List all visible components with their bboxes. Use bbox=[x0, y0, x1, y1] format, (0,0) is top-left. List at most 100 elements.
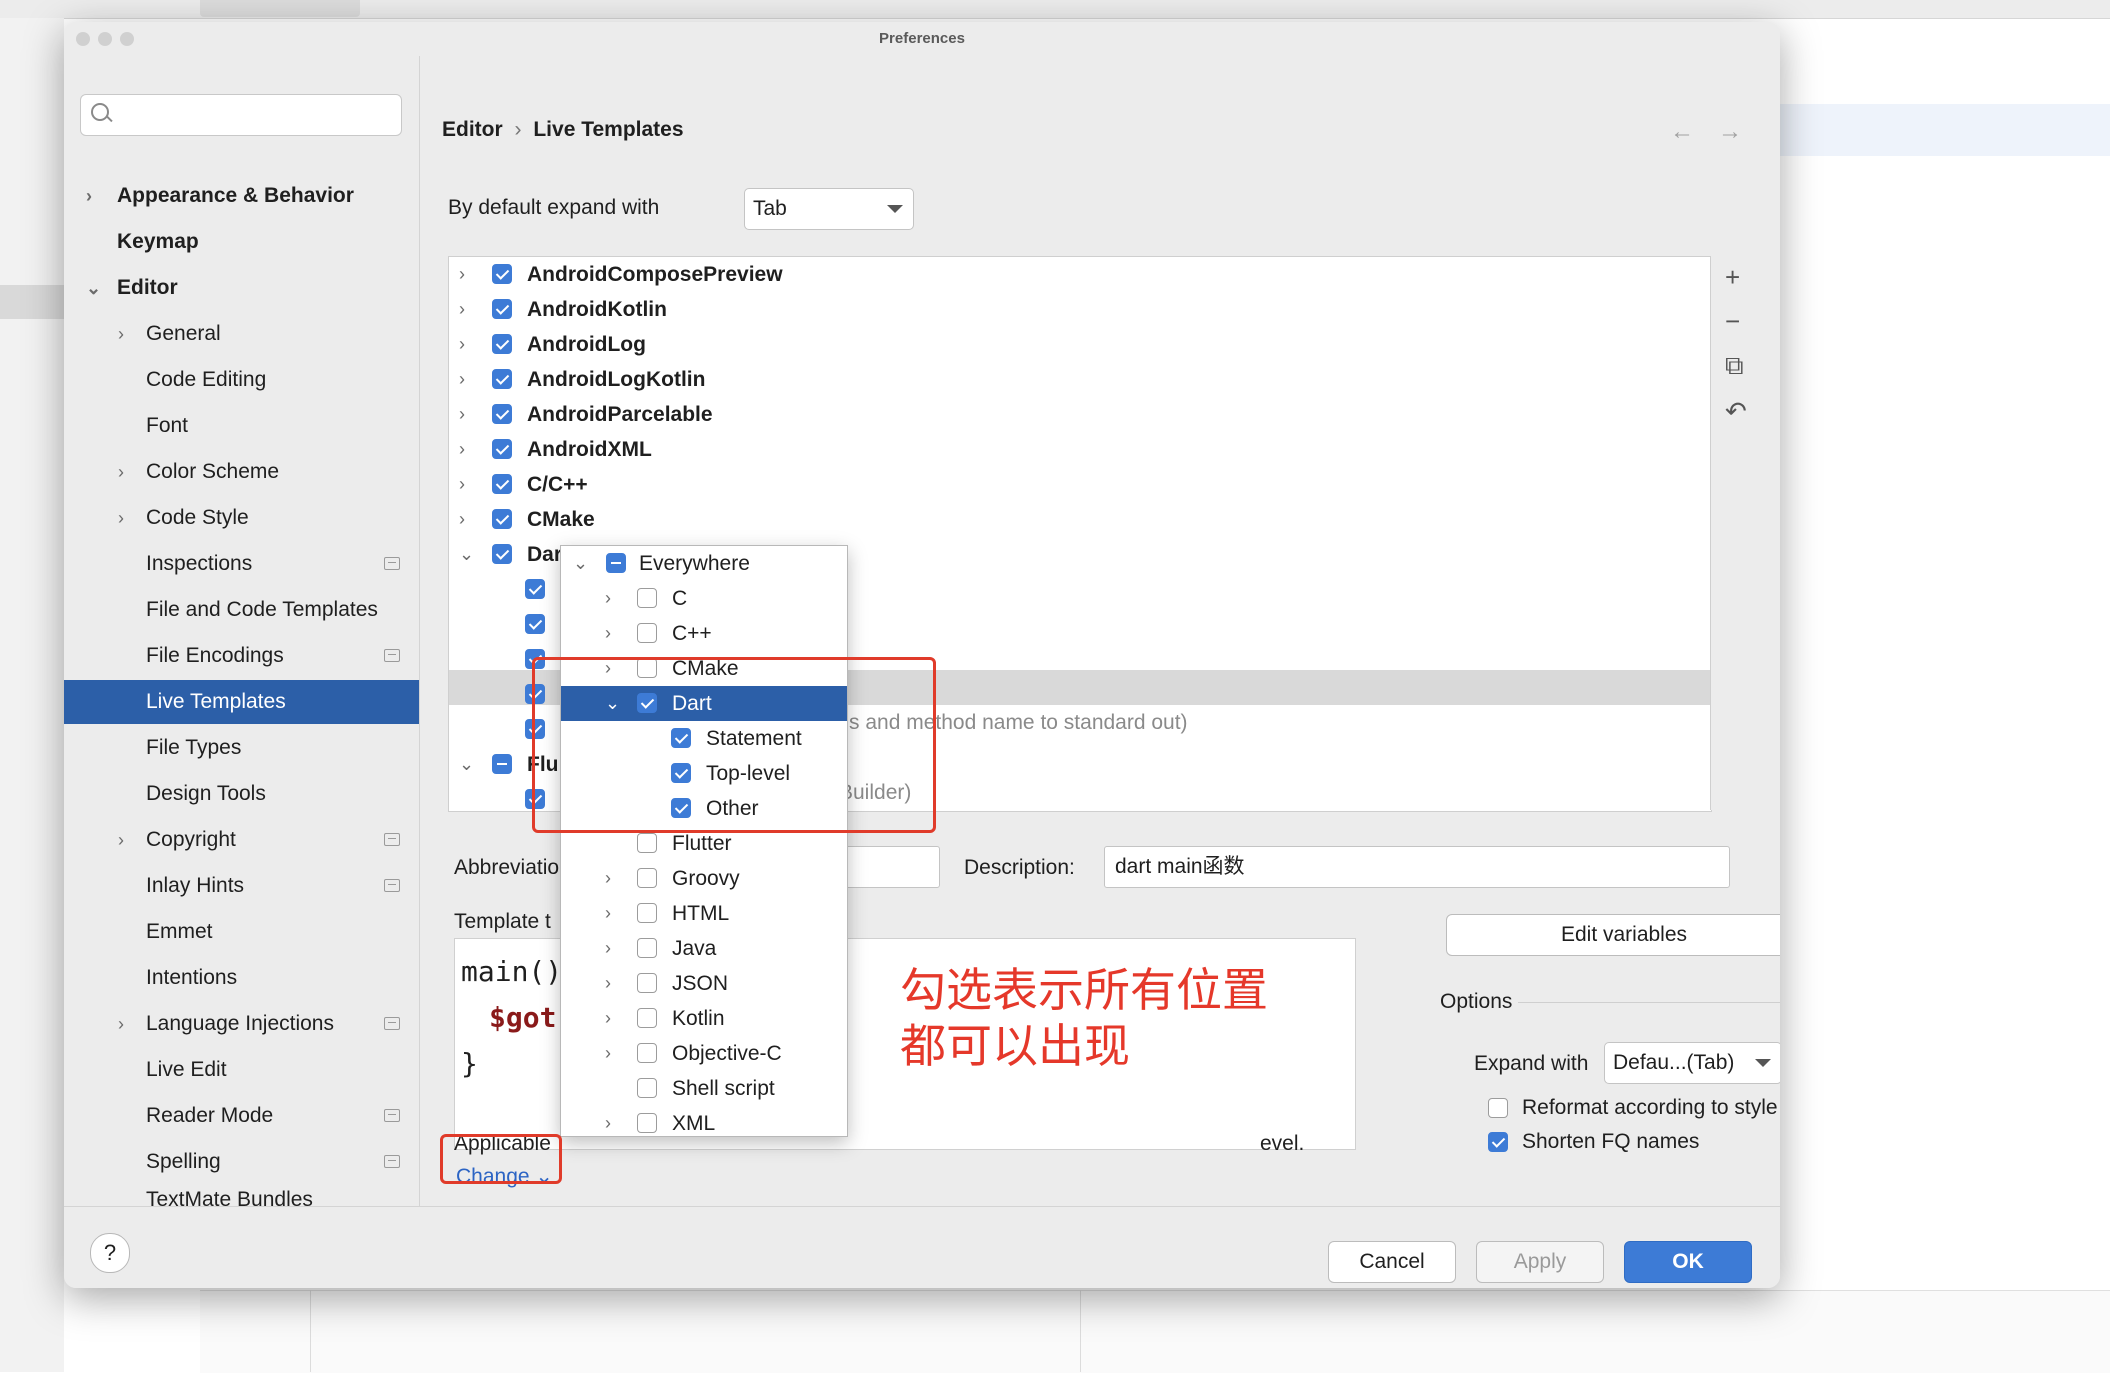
description-input[interactable]: dart main函数 bbox=[1104, 846, 1730, 888]
ok-button[interactable]: OK bbox=[1624, 1241, 1752, 1283]
context-row[interactable]: › XML bbox=[561, 1106, 847, 1136]
sidebar-item-live-templates[interactable]: Live Templates bbox=[64, 680, 419, 724]
template-checkbox[interactable] bbox=[525, 579, 545, 599]
chevron-right-icon[interactable]: › bbox=[459, 502, 465, 537]
chevron-right-icon[interactable]: › bbox=[118, 496, 124, 540]
context-row[interactable]: › Objective-C bbox=[561, 1036, 847, 1071]
sidebar-item-language-injections[interactable]: › Language Injections bbox=[64, 1002, 419, 1046]
minimize-window-button[interactable] bbox=[98, 32, 112, 46]
context-checkbox[interactable] bbox=[637, 938, 657, 958]
chevron-right-icon[interactable]: › bbox=[459, 292, 465, 327]
sidebar-item-reader-mode[interactable]: Reader Mode bbox=[64, 1094, 419, 1138]
settings-search-input[interactable] bbox=[80, 94, 402, 136]
add-icon[interactable]: + bbox=[1725, 262, 1740, 293]
tree-row[interactable]: › AndroidParcelable bbox=[449, 397, 1711, 432]
chevron-right-icon[interactable]: › bbox=[605, 581, 611, 616]
close-window-button[interactable] bbox=[76, 32, 90, 46]
context-row[interactable]: › C++ bbox=[561, 616, 847, 651]
apply-button[interactable]: Apply bbox=[1476, 1241, 1604, 1283]
tree-row[interactable]: › AndroidKotlin bbox=[449, 292, 1711, 327]
context-checkbox[interactable] bbox=[637, 833, 657, 853]
group-checkbox[interactable] bbox=[492, 439, 512, 459]
sidebar-item-file-types[interactable]: File Types bbox=[64, 726, 419, 770]
group-checkbox[interactable] bbox=[492, 754, 512, 774]
reformat-checkbox[interactable] bbox=[1488, 1098, 1508, 1118]
forward-arrow-icon[interactable]: → bbox=[1718, 118, 1766, 145]
sidebar-item-emmet[interactable]: Emmet bbox=[64, 910, 419, 954]
edit-variables-button[interactable]: Edit variables bbox=[1446, 914, 1780, 956]
chevron-right-icon[interactable]: › bbox=[459, 327, 465, 362]
chevron-right-icon[interactable]: › bbox=[605, 616, 611, 651]
group-checkbox[interactable] bbox=[492, 544, 512, 564]
cancel-button[interactable]: Cancel bbox=[1328, 1241, 1456, 1283]
chevron-right-icon[interactable]: › bbox=[459, 467, 465, 502]
chevron-right-icon[interactable]: › bbox=[605, 861, 611, 896]
sidebar-item-design-tools[interactable]: Design Tools bbox=[64, 772, 419, 816]
sidebar-item-inspections[interactable]: Inspections bbox=[64, 542, 419, 586]
chevron-right-icon[interactable]: › bbox=[605, 1106, 611, 1136]
context-checkbox[interactable] bbox=[606, 553, 626, 573]
abbreviation-input[interactable] bbox=[840, 846, 940, 888]
ide-editor-tab[interactable] bbox=[200, 0, 360, 17]
context-row[interactable]: › JSON bbox=[561, 966, 847, 1001]
context-checkbox[interactable] bbox=[637, 1008, 657, 1028]
tree-row[interactable]: › CMake bbox=[449, 502, 1711, 537]
context-row[interactable]: › Kotlin bbox=[561, 1001, 847, 1036]
chevron-right-icon[interactable]: › bbox=[118, 818, 124, 862]
sidebar-item-color-scheme[interactable]: › Color Scheme bbox=[64, 450, 419, 494]
sidebar-item-font[interactable]: Font bbox=[64, 404, 419, 448]
tree-row[interactable]: › AndroidXML bbox=[449, 432, 1711, 467]
context-checkbox[interactable] bbox=[637, 868, 657, 888]
context-row[interactable]: › Java bbox=[561, 931, 847, 966]
chevron-down-icon[interactable]: ⌄ bbox=[459, 747, 474, 782]
chevron-right-icon[interactable]: › bbox=[605, 896, 611, 931]
chevron-right-icon[interactable]: › bbox=[118, 312, 124, 356]
remove-icon[interactable]: − bbox=[1725, 306, 1740, 337]
chevron-down-icon[interactable]: ⌄ bbox=[459, 537, 474, 572]
context-row[interactable]: Shell script bbox=[561, 1071, 847, 1106]
chevron-right-icon[interactable]: › bbox=[459, 432, 465, 467]
chevron-right-icon[interactable]: › bbox=[605, 931, 611, 966]
tree-row[interactable]: › AndroidLogKotlin bbox=[449, 362, 1711, 397]
group-checkbox[interactable] bbox=[492, 509, 512, 529]
sidebar-item-textmate-bundles[interactable]: TextMate Bundles bbox=[64, 1170, 419, 1211]
group-checkbox[interactable] bbox=[492, 474, 512, 494]
sidebar-item-editor[interactable]: ⌄ Editor bbox=[64, 266, 419, 310]
sidebar-item-general[interactable]: › General bbox=[64, 312, 419, 356]
chevron-down-icon[interactable]: ⌄ bbox=[573, 546, 588, 581]
chevron-down-icon[interactable]: ⌄ bbox=[86, 266, 101, 310]
context-row[interactable]: › HTML bbox=[561, 896, 847, 931]
chevron-right-icon[interactable]: › bbox=[86, 174, 92, 218]
sidebar-item-keymap[interactable]: Keymap bbox=[64, 220, 419, 264]
chevron-right-icon[interactable]: › bbox=[605, 966, 611, 1001]
chevron-right-icon[interactable]: › bbox=[459, 257, 465, 292]
breadcrumb-parent[interactable]: Editor bbox=[442, 118, 503, 141]
chevron-right-icon[interactable]: › bbox=[459, 362, 465, 397]
group-checkbox[interactable] bbox=[492, 264, 512, 284]
context-checkbox[interactable] bbox=[637, 903, 657, 923]
context-row[interactable]: ⌄ Everywhere bbox=[561, 546, 847, 581]
zoom-window-button[interactable] bbox=[120, 32, 134, 46]
default-expand-select[interactable]: Tab bbox=[744, 188, 914, 230]
tree-row[interactable]: › AndroidComposePreview bbox=[449, 257, 1711, 292]
sidebar-item-code-style[interactable]: › Code Style bbox=[64, 496, 419, 540]
context-checkbox[interactable] bbox=[637, 588, 657, 608]
group-checkbox[interactable] bbox=[492, 369, 512, 389]
help-button[interactable]: ? bbox=[90, 1233, 130, 1273]
context-checkbox[interactable] bbox=[637, 1113, 657, 1133]
template-checkbox[interactable] bbox=[525, 614, 545, 634]
context-checkbox[interactable] bbox=[637, 973, 657, 993]
tree-row[interactable]: › AndroidLog bbox=[449, 327, 1711, 362]
context-row[interactable]: › C bbox=[561, 581, 847, 616]
context-row[interactable]: › Groovy bbox=[561, 861, 847, 896]
shorten-fq-checkbox[interactable] bbox=[1488, 1132, 1508, 1152]
sidebar-item-file-and-code-templates[interactable]: File and Code Templates bbox=[64, 588, 419, 632]
chevron-right-icon[interactable]: › bbox=[459, 397, 465, 432]
sidebar-item-appearance-behavior[interactable]: › Appearance & Behavior bbox=[64, 174, 419, 218]
sidebar-item-live-edit[interactable]: Live Edit bbox=[64, 1048, 419, 1092]
sidebar-item-inlay-hints[interactable]: Inlay Hints bbox=[64, 864, 419, 908]
sidebar-item-intentions[interactable]: Intentions bbox=[64, 956, 419, 1000]
chevron-right-icon[interactable]: › bbox=[605, 1001, 611, 1036]
sidebar-item-code-editing[interactable]: Code Editing bbox=[64, 358, 419, 402]
restore-icon[interactable]: ↶ bbox=[1725, 396, 1747, 427]
